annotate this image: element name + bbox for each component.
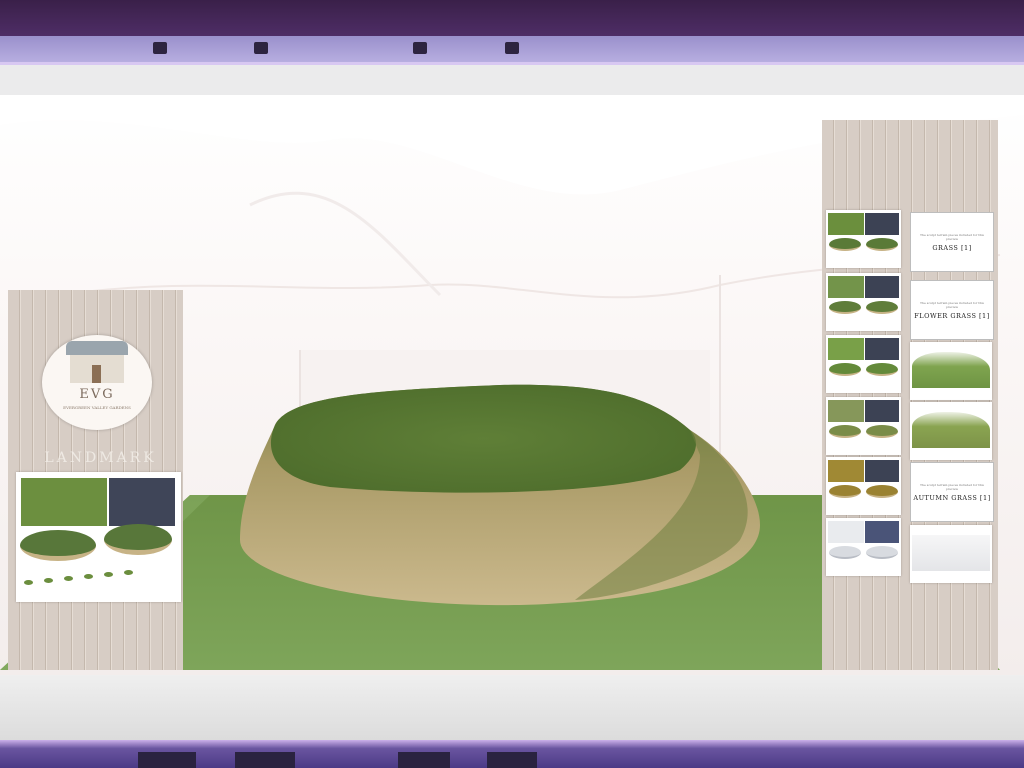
evg-logo-badge: EVG EVERGREEN VALLEY GARDENS bbox=[42, 335, 152, 430]
top-frame-band bbox=[0, 65, 1024, 95]
caption-note: The sculpt terrain pieces included for t… bbox=[920, 482, 984, 491]
sign-title: LANDMARK bbox=[44, 450, 157, 466]
frame-foot bbox=[487, 752, 537, 768]
bottom-frame-band bbox=[0, 675, 1024, 740]
frame-clip-icon bbox=[413, 42, 427, 54]
caption-flower-grass: FLOWER GRASS [1] bbox=[914, 311, 990, 320]
frame-foot bbox=[138, 752, 196, 768]
grass-variant-card bbox=[826, 210, 901, 268]
caption-card-grass: The sculpt terrain pieces included for t… bbox=[910, 212, 994, 272]
logo-letters: EVG bbox=[79, 387, 115, 402]
frame-clip-icon bbox=[254, 42, 268, 54]
snow-variant-card bbox=[826, 518, 901, 576]
grass-hill-preview bbox=[910, 342, 992, 400]
caption-autumn-grass: AUTUMN GRASS [1] bbox=[913, 493, 991, 502]
caption-card-flower-grass: The sculpt terrain pieces included for t… bbox=[910, 280, 994, 340]
snow-hill-preview bbox=[910, 525, 992, 583]
grass-variant-card bbox=[826, 335, 901, 393]
cottage-illustration bbox=[66, 341, 128, 383]
caption-note: The sculpt terrain pieces included for t… bbox=[920, 232, 984, 241]
logo-subtitle: EVERGREEN VALLEY GARDENS bbox=[63, 405, 131, 410]
frame-foot bbox=[398, 752, 450, 768]
grass-variant-card bbox=[826, 273, 901, 331]
right-poster-board[interactable]: The sculpt terrain pieces included for t… bbox=[822, 120, 998, 670]
game-viewport[interactable]: EVG EVERGREEN VALLEY GARDENS LANDMARK Th… bbox=[0, 95, 1024, 675]
grass-variant-card bbox=[826, 457, 901, 515]
frame-clip-icon bbox=[153, 42, 167, 54]
grass-variant-card bbox=[826, 397, 901, 455]
flower-hill-preview bbox=[910, 402, 992, 460]
top-frame-bar bbox=[0, 0, 1024, 36]
caption-card-autumn-grass: The sculpt terrain pieces included for t… bbox=[910, 462, 994, 522]
frame-foot bbox=[235, 752, 295, 768]
frame-clip-icon bbox=[505, 42, 519, 54]
caption-note: The sculpt terrain pieces included for t… bbox=[920, 300, 984, 309]
left-poster-board[interactable]: EVG EVERGREEN VALLEY GARDENS LANDMARK bbox=[8, 290, 183, 670]
product-preview-card bbox=[16, 472, 181, 602]
caption-grass: GRASS [1] bbox=[932, 243, 972, 252]
